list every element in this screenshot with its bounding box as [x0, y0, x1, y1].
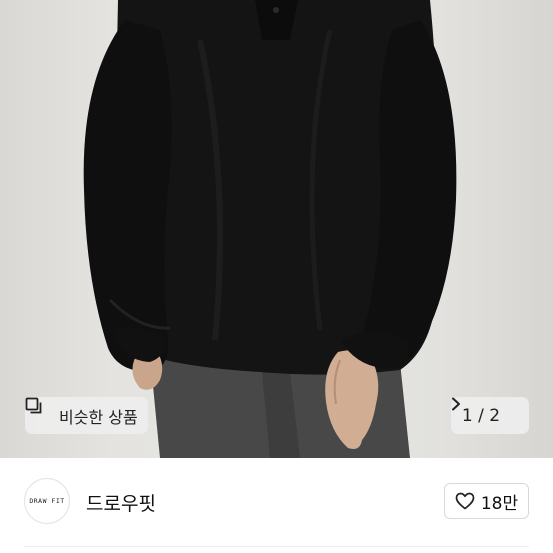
image-pager-button[interactable]: 1 / 2: [451, 397, 529, 434]
shop-name[interactable]: 드로우핏: [86, 489, 156, 516]
shop-logo[interactable]: DRAW FIT: [24, 478, 70, 524]
product-page: 비슷한 상품 1 / 2 DRAW FIT 드로우핏 18만: [0, 0, 553, 553]
similar-products-label: 비슷한 상품: [59, 407, 138, 427]
like-count: 18만: [480, 493, 519, 514]
image-counter: 1 / 2: [461, 405, 501, 426]
divider: [24, 546, 529, 547]
shop-logo-text: DRAW FIT: [29, 497, 65, 505]
chevron-right-icon: [452, 397, 518, 423]
heart-outline-icon: [455, 492, 475, 510]
model-photo: [83, 0, 457, 458]
seller-row: DRAW FIT 드로우핏 18만: [0, 458, 553, 553]
product-image[interactable]: 비슷한 상품 1 / 2: [0, 0, 553, 458]
copy-icon: [25, 397, 53, 425]
similar-products-button[interactable]: 비슷한 상품: [25, 397, 148, 434]
like-button[interactable]: 18만: [444, 483, 529, 519]
